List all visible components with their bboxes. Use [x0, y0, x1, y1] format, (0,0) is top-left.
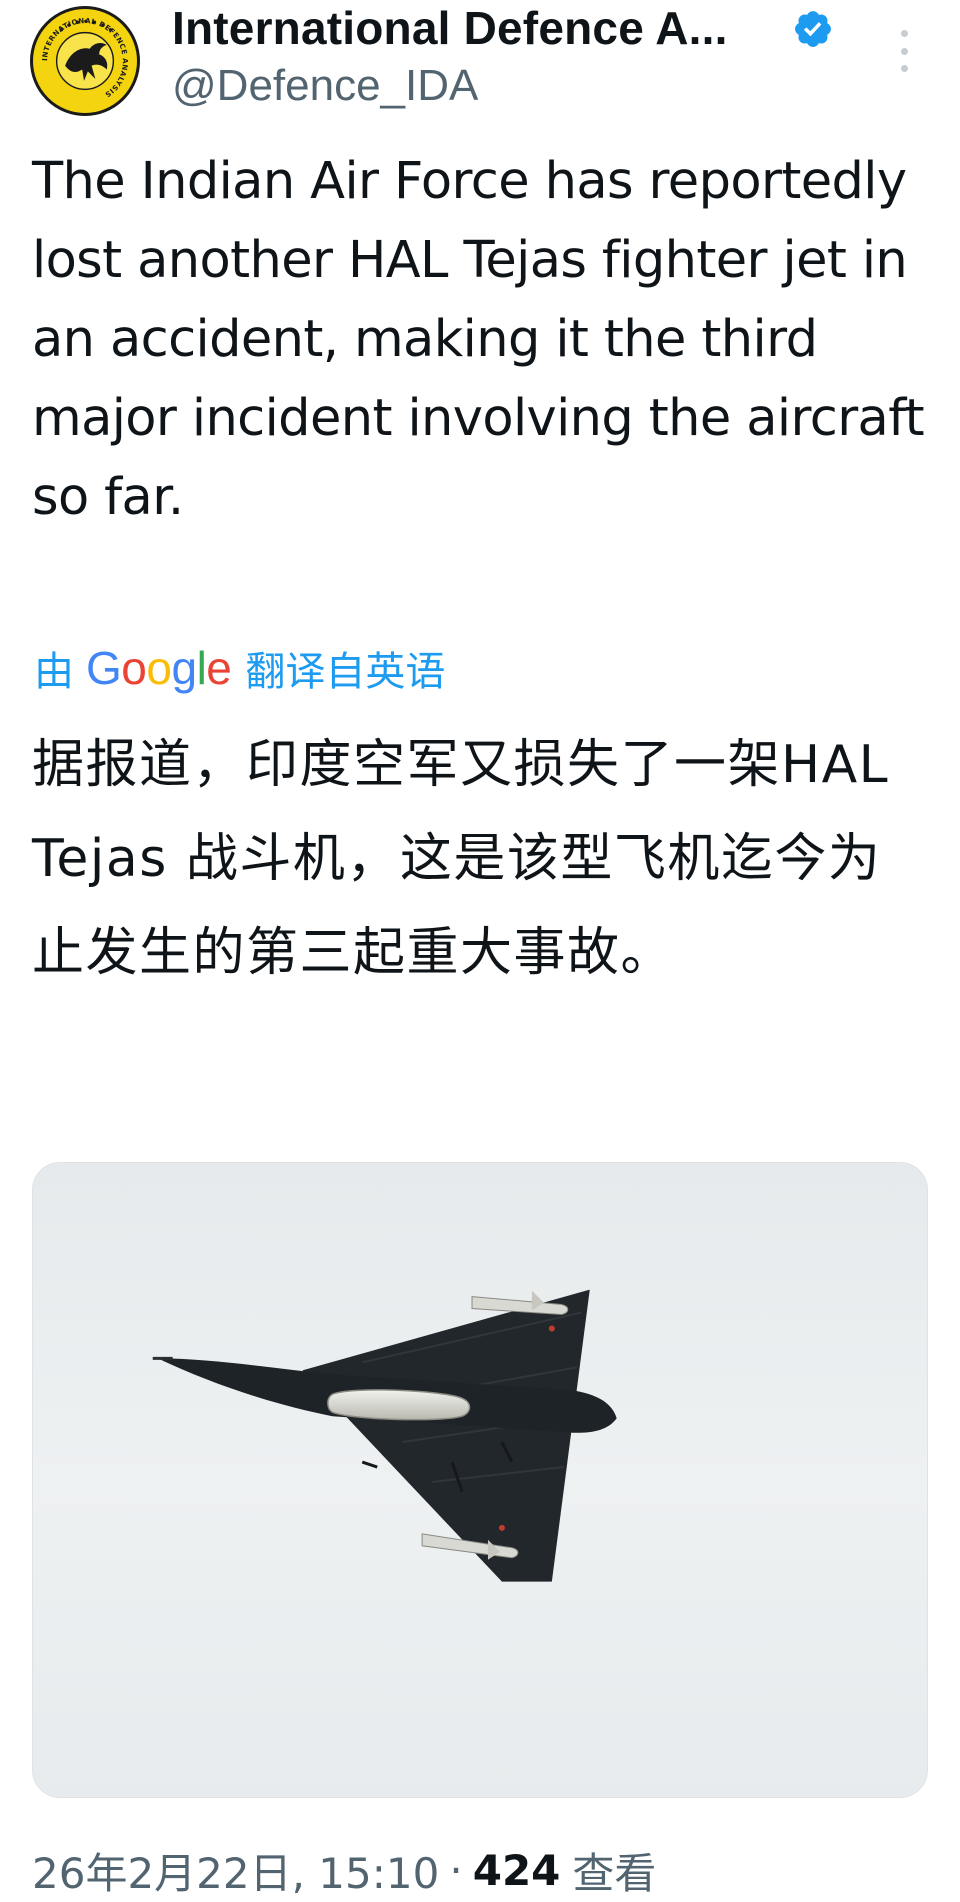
translation-attribution[interactable]: 由 Google 翻译自英语: [34, 640, 445, 696]
tweet-meta: 26年2月22日, 15:10 · 424 查看: [32, 1840, 656, 1900]
views-count: 424: [472, 1845, 561, 1895]
author-display-name[interactable]: International Defence A...: [172, 2, 782, 54]
avatar[interactable]: INTERNATIONAL DEFENCE ANALYSIS: [30, 6, 140, 116]
fighter-jet-photo: [33, 1163, 927, 1797]
translated-text: 据报道，印度空军又损失了一架HAL Tejas 战斗机，这是该型飞机迄今为止发生…: [32, 735, 890, 983]
more-options-icon[interactable]: [884, 26, 924, 76]
more-dot: [900, 30, 908, 37]
more-dot: [900, 65, 908, 72]
views-label: 查看: [572, 1848, 657, 1898]
tweet-timestamp[interactable]: 26年2月22日, 15:10: [32, 1840, 439, 1901]
more-dot: [900, 47, 908, 55]
author-handle[interactable]: @Defence_IDA: [172, 60, 478, 112]
tweet-text: The Indian Air Force has reportedly lost…: [32, 152, 925, 527]
translation-by-label: 由: [34, 649, 74, 695]
google-logo: Google: [86, 642, 232, 694]
avatar-logo: INTERNATIONAL DEFENCE ANALYSIS: [35, 11, 135, 111]
translation-from-label: 翻译自英语: [245, 649, 446, 695]
tweet-header: INTERNATIONAL DEFENCE ANALYSIS Internati…: [0, 0, 960, 130]
tweet-media-image[interactable]: [32, 1162, 928, 1798]
verified-badge-icon: [792, 8, 834, 50]
meta-separator: ·: [449, 1845, 463, 1895]
